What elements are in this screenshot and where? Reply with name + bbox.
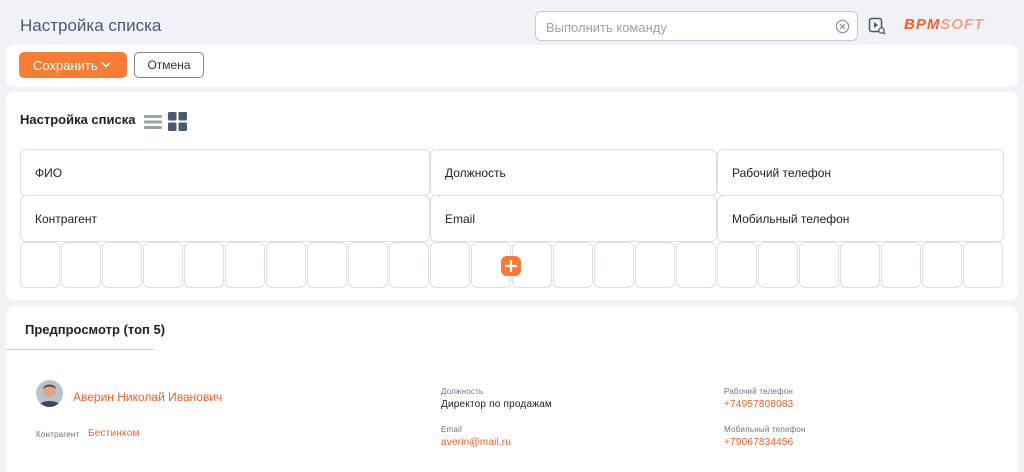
column-label: Должность [445, 166, 506, 180]
preview-panel: Предпросмотр (топ 5) Аверин Николай Иван… [6, 306, 1018, 472]
column-cell-work-phone[interactable]: Рабочий телефон [717, 149, 1004, 196]
column-label: Мобильный телефон [732, 212, 850, 226]
avatar [36, 380, 63, 407]
empty-slot[interactable] [922, 242, 962, 288]
cancel-button[interactable]: Отмена [134, 52, 204, 78]
command-box[interactable] [535, 11, 858, 41]
page-title: Настройка списка [20, 16, 162, 35]
empty-slot[interactable] [799, 242, 839, 288]
account-link[interactable]: Бестинком [88, 428, 140, 439]
empty-slot[interactable] [389, 242, 429, 288]
empty-slot[interactable] [102, 242, 142, 288]
empty-slot[interactable] [143, 242, 183, 288]
empty-slot[interactable] [348, 242, 388, 288]
empty-slot[interactable] [61, 242, 101, 288]
job-value: Директор по продажам [441, 399, 552, 410]
list-settings-title: Настройка списка [20, 112, 136, 127]
empty-slot[interactable] [635, 242, 675, 288]
empty-slot[interactable] [758, 242, 798, 288]
empty-slot[interactable] [307, 242, 347, 288]
empty-slot[interactable] [963, 242, 1003, 288]
column-cell-mobile-phone[interactable]: Мобильный телефон [717, 195, 1004, 242]
logo-part-1: BPM [904, 16, 941, 33]
chevron-down-icon [101, 61, 111, 68]
column-cell-account[interactable]: Контрагент [20, 195, 430, 242]
preview-underline [6, 349, 154, 350]
job-label: Должность [441, 387, 484, 396]
list-settings-panel: Настройка списка ФИО Должность Рабочий т… [6, 92, 1018, 300]
contact-name-link[interactable]: Аверин Николай Иванович [73, 390, 222, 404]
empty-slot[interactable] [717, 242, 757, 288]
empty-slot[interactable] [430, 242, 470, 288]
command-input[interactable] [546, 18, 826, 36]
save-button-label: Сохранить [33, 57, 98, 73]
list-view-icon[interactable] [144, 114, 162, 130]
preview-title: Предпросмотр (топ 5) [25, 322, 166, 337]
column-label: ФИО [35, 166, 63, 180]
logo-part-2: SOFT [940, 16, 985, 33]
clear-icon[interactable] [835, 19, 850, 34]
work-phone-label: Рабочий телефон [724, 387, 794, 396]
column-label: Контрагент [35, 212, 98, 226]
work-phone-link[interactable]: +74957808083 [724, 399, 793, 410]
empty-slot[interactable] [184, 242, 224, 288]
column-label: Email [445, 212, 476, 226]
column-cell-fio[interactable]: ФИО [20, 149, 430, 196]
empty-slot[interactable] [676, 242, 716, 288]
plus-icon[interactable] [501, 256, 521, 276]
save-button[interactable]: Сохранить [19, 52, 127, 78]
column-cell-position[interactable]: Должность [430, 149, 717, 196]
empty-slot[interactable] [881, 242, 921, 288]
toolbar: Сохранить Отмена [6, 45, 1018, 87]
account-label: Контрагент [36, 430, 80, 439]
email-label: Email [441, 425, 463, 434]
email-link[interactable]: averin@mail.ru [441, 437, 511, 448]
column-label: Рабочий телефон [732, 166, 832, 180]
column-cell-email[interactable]: Email [430, 195, 717, 242]
empty-slot[interactable] [840, 242, 880, 288]
mobile-phone-link[interactable]: +79067834456 [724, 437, 793, 448]
empty-slot[interactable] [553, 242, 593, 288]
empty-slot[interactable] [594, 242, 634, 288]
play-search-icon[interactable] [868, 17, 886, 35]
bpmsoft-logo: BPMSOFT [904, 16, 1004, 34]
header: Настройка списка BPMSOFT [0, 0, 1024, 50]
empty-slot[interactable] [225, 242, 265, 288]
mobile-phone-label: Мобильный телефон [724, 425, 806, 434]
grid-view-icon[interactable] [168, 112, 187, 131]
empty-slot[interactable] [266, 242, 306, 288]
empty-slot[interactable] [20, 242, 60, 288]
